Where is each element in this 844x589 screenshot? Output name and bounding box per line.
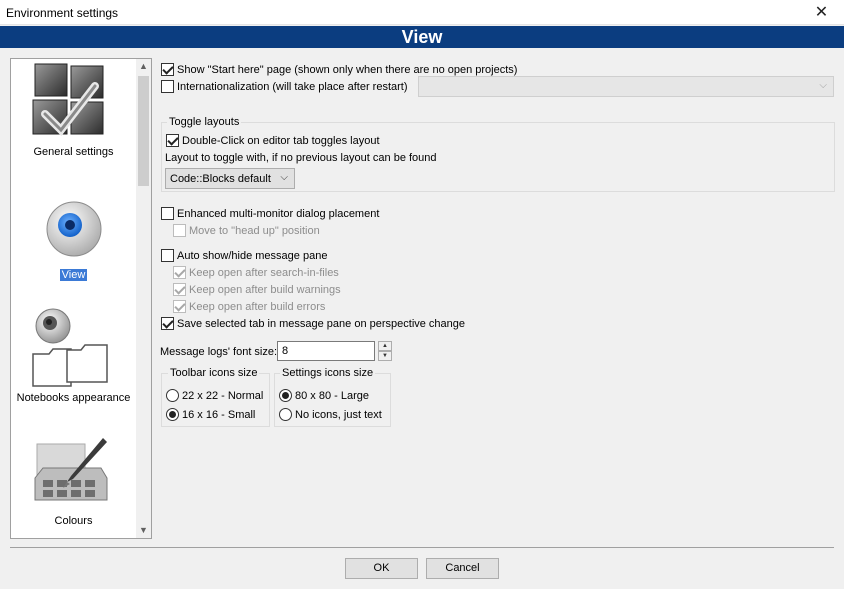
notebooks-icon bbox=[32, 308, 108, 387]
double-click-toggle-option[interactable]: Double-Click on editor tab toggles layou… bbox=[166, 133, 380, 148]
keep-warnings-option[interactable]: Keep open after build warnings bbox=[173, 282, 341, 297]
font-size-input[interactable]: 8 bbox=[277, 341, 375, 361]
show-start-here-option[interactable]: Show "Start here" page (shown only when … bbox=[161, 62, 517, 77]
font-size-label-row: Message logs' font size: bbox=[160, 344, 277, 359]
ok-button[interactable]: OK bbox=[345, 558, 418, 579]
settings-icons-text-option[interactable]: No icons, just text bbox=[279, 407, 382, 422]
keep-search-label: Keep open after search-in-files bbox=[189, 266, 339, 279]
chevron-down-icon: ⌵ bbox=[819, 80, 827, 91]
window-titlebar: Environment settings ✕ bbox=[0, 0, 844, 25]
close-icon[interactable]: ✕ bbox=[799, 0, 844, 25]
colours-palette-icon bbox=[34, 438, 108, 501]
toolbar-icons-small-radio[interactable] bbox=[166, 408, 179, 421]
save-tab-label: Save selected tab in message pane on per… bbox=[177, 317, 466, 330]
sidebar-item-label: Notebooks appearance bbox=[16, 392, 131, 404]
settings-icons-large-option[interactable]: 80 x 80 - Large bbox=[279, 388, 369, 403]
auto-show-label: Auto show/hide message pane bbox=[177, 249, 328, 262]
keep-warnings-checkbox[interactable] bbox=[173, 283, 186, 296]
save-tab-checkbox[interactable] bbox=[161, 317, 174, 330]
footer-divider bbox=[10, 547, 834, 548]
auto-show-checkbox[interactable] bbox=[161, 249, 174, 262]
keep-warnings-label: Keep open after build warnings bbox=[189, 283, 341, 296]
layout-prompt: Layout to toggle with, if no previous la… bbox=[165, 150, 437, 165]
stepper-down-icon[interactable]: ▼ bbox=[378, 351, 392, 361]
head-up-option[interactable]: Move to "head up" position bbox=[173, 223, 320, 238]
toolbar-icons-title: Toolbar icons size bbox=[168, 367, 260, 380]
keep-errors-label: Keep open after build errors bbox=[189, 300, 326, 313]
sidebar-item-general-settings[interactable]: General settings bbox=[11, 59, 136, 179]
internationalization-label: Internationalization (will take place af… bbox=[177, 80, 408, 93]
sidebar-item-notebooks-appearance[interactable]: Notebooks appearance bbox=[11, 304, 136, 414]
layout-select-value: Code::Blocks default bbox=[170, 172, 271, 185]
head-up-label: Move to "head up" position bbox=[189, 224, 320, 237]
sidebar-item-label: General settings bbox=[33, 146, 114, 158]
layout-select[interactable]: Code::Blocks default ⌵ bbox=[165, 168, 295, 189]
window-title: Environment settings bbox=[6, 6, 119, 20]
settings-icons-text-radio[interactable] bbox=[279, 408, 292, 421]
font-size-stepper[interactable]: ▲ ▼ bbox=[378, 341, 392, 361]
toolbar-icons-small-option[interactable]: 16 x 16 - Small bbox=[166, 407, 255, 422]
keep-search-option[interactable]: Keep open after search-in-files bbox=[173, 265, 339, 280]
settings-icons-large-label: 80 x 80 - Large bbox=[295, 389, 369, 402]
multi-monitor-checkbox[interactable] bbox=[161, 207, 174, 220]
cancel-button[interactable]: Cancel bbox=[426, 558, 499, 579]
keep-errors-option[interactable]: Keep open after build errors bbox=[173, 299, 325, 314]
show-start-here-checkbox[interactable] bbox=[161, 63, 174, 76]
toolbar-icons-small-label: 16 x 16 - Small bbox=[182, 408, 256, 421]
scroll-down-icon[interactable]: ▼ bbox=[136, 523, 151, 538]
stepper-up-icon[interactable]: ▲ bbox=[378, 341, 392, 351]
settings-sidebar[interactable]: General settings View Notebooks appearan… bbox=[10, 58, 152, 539]
layout-prompt-label: Layout to toggle with, if no previous la… bbox=[165, 151, 437, 164]
double-click-toggle-label: Double-Click on editor tab toggles layou… bbox=[182, 134, 380, 147]
view-eye-icon bbox=[46, 201, 102, 257]
save-tab-option[interactable]: Save selected tab in message pane on per… bbox=[161, 316, 465, 331]
keep-errors-checkbox[interactable] bbox=[173, 300, 186, 313]
toolbar-icons-normal-option[interactable]: 22 x 22 - Normal bbox=[166, 388, 263, 403]
double-click-toggle-checkbox[interactable] bbox=[166, 134, 179, 147]
settings-icons-title: Settings icons size bbox=[280, 367, 376, 380]
internationalization-checkbox[interactable] bbox=[161, 80, 174, 93]
page-banner: View bbox=[0, 26, 844, 48]
show-start-here-label: Show "Start here" page (shown only when … bbox=[177, 63, 518, 76]
chevron-down-icon: ⌵ bbox=[280, 172, 288, 183]
sidebar-item-label: View bbox=[59, 269, 88, 281]
language-select[interactable]: ⌵ bbox=[418, 76, 834, 97]
sidebar-item-colours[interactable]: Colours bbox=[11, 429, 136, 538]
sidebar-scrollbar[interactable]: ▲ ▼ bbox=[136, 59, 151, 538]
toolbar-icons-normal-radio[interactable] bbox=[166, 389, 179, 402]
multi-monitor-option[interactable]: Enhanced multi-monitor dialog placement bbox=[161, 206, 379, 221]
toggle-layouts-title: Toggle layouts bbox=[167, 116, 242, 129]
view-settings-panel: Show "Start here" page (shown only when … bbox=[160, 58, 840, 539]
general-settings-icon bbox=[32, 63, 104, 137]
sidebar-item-view[interactable]: View bbox=[11, 189, 136, 289]
font-size-label: Message logs' font size: bbox=[160, 345, 278, 358]
settings-icons-text-label: No icons, just text bbox=[295, 408, 382, 421]
auto-show-option[interactable]: Auto show/hide message pane bbox=[161, 248, 327, 263]
sidebar-item-label: Colours bbox=[54, 515, 93, 527]
multi-monitor-label: Enhanced multi-monitor dialog placement bbox=[177, 207, 380, 220]
internationalization-option[interactable]: Internationalization (will take place af… bbox=[161, 79, 408, 94]
head-up-checkbox[interactable] bbox=[173, 224, 186, 237]
settings-icons-large-radio[interactable] bbox=[279, 389, 292, 402]
scroll-up-icon[interactable]: ▲ bbox=[136, 59, 151, 74]
toolbar-icons-normal-label: 22 x 22 - Normal bbox=[182, 389, 264, 402]
scrollbar-thumb[interactable] bbox=[138, 76, 149, 186]
keep-search-checkbox[interactable] bbox=[173, 266, 186, 279]
